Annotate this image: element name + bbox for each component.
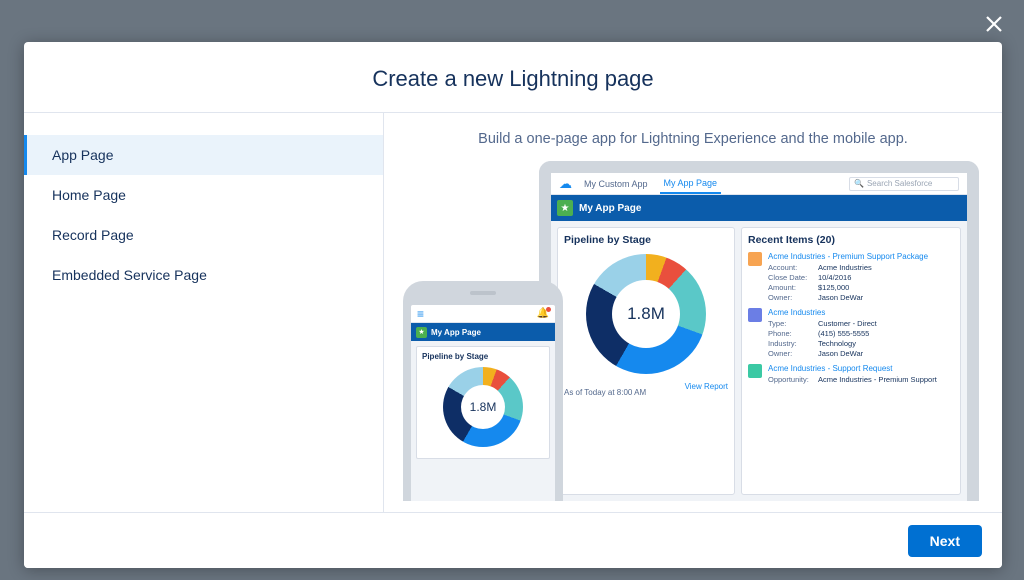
recent-item-title: Acme Industries - Premium Support Packag…: [768, 252, 928, 261]
recent-title: Recent Items (20): [748, 234, 954, 246]
recent-item-title: Acme Industries - Support Request: [768, 364, 937, 373]
search-icon: 🔍: [854, 179, 864, 188]
donut-chart: 1.8M: [586, 254, 706, 374]
preview-search-placeholder: Search Salesforce: [867, 179, 932, 188]
pipeline-title-mobile: Pipeline by Stage: [422, 352, 544, 361]
page-type-sidebar: App Page Home Page Record Page Embedded …: [24, 113, 384, 512]
preview-illustration: ☁ My Custom App My App Page 🔍 Search Sal…: [403, 161, 983, 501]
salesforce-cloud-icon: ☁: [559, 176, 572, 192]
next-button[interactable]: Next: [908, 525, 982, 557]
donut-value: 1.8M: [586, 254, 706, 374]
donut-value-mobile: 1.8M: [443, 367, 523, 447]
bell-icon: 🔔: [537, 308, 549, 319]
account-icon: [748, 308, 762, 322]
create-lightning-page-modal: Create a new Lightning page App Page Hom…: [24, 42, 1002, 568]
content-panel: Build a one-page app for Lightning Exper…: [384, 113, 1002, 512]
view-report-link: View Report: [685, 382, 728, 391]
preview-phone: ≡ 🔔 ★ My App Page Pipeline by Stage 1.8: [403, 281, 563, 501]
sidebar-item-app-page[interactable]: App Page: [24, 135, 383, 175]
recent-item-details: Opportunity:Acme Industries - Premium Su…: [768, 375, 937, 384]
preview-tab-page: My App Page: [660, 174, 722, 194]
modal-title: Create a new Lightning page: [24, 42, 1002, 113]
preview-phone-header: My App Page: [431, 328, 481, 337]
preview-tab-custom: My Custom App: [580, 175, 652, 193]
hamburger-icon: ≡: [417, 307, 424, 321]
page-type-description: Build a one-page app for Lightning Exper…: [478, 131, 908, 147]
star-icon: ★: [416, 327, 427, 338]
phone-speaker: [470, 291, 496, 295]
modal-footer: Next: [24, 512, 1002, 568]
pipeline-title: Pipeline by Stage: [564, 234, 728, 246]
sidebar-item-home-page[interactable]: Home Page: [24, 175, 383, 215]
preview-header-label: My App Page: [579, 203, 641, 214]
recent-item-details: Type:Customer - Direct Phone:(415) 555-5…: [768, 319, 877, 358]
donut-chart-mobile: 1.8M: [443, 367, 523, 447]
preview-recent-card: Recent Items (20) Acme Industries - Prem…: [741, 227, 961, 495]
opportunity-icon: [748, 252, 762, 266]
close-icon[interactable]: [982, 12, 1006, 36]
as-of-text: As of Today at 8:00 AM: [564, 388, 646, 397]
preview-pipeline-card: Pipeline by Stage 1.8M As of Today at 8:…: [557, 227, 735, 495]
sidebar-item-embedded-service-page[interactable]: Embedded Service Page: [24, 255, 383, 295]
recent-item-title: Acme Industries: [768, 308, 877, 317]
case-icon: [748, 364, 762, 378]
recent-item-details: Account:Acme Industries Close Date:10/4/…: [768, 263, 928, 302]
preview-desktop: ☁ My Custom App My App Page 🔍 Search Sal…: [539, 161, 979, 501]
sidebar-item-record-page[interactable]: Record Page: [24, 215, 383, 255]
star-icon: ★: [557, 200, 573, 216]
preview-search: 🔍 Search Salesforce: [849, 177, 959, 191]
